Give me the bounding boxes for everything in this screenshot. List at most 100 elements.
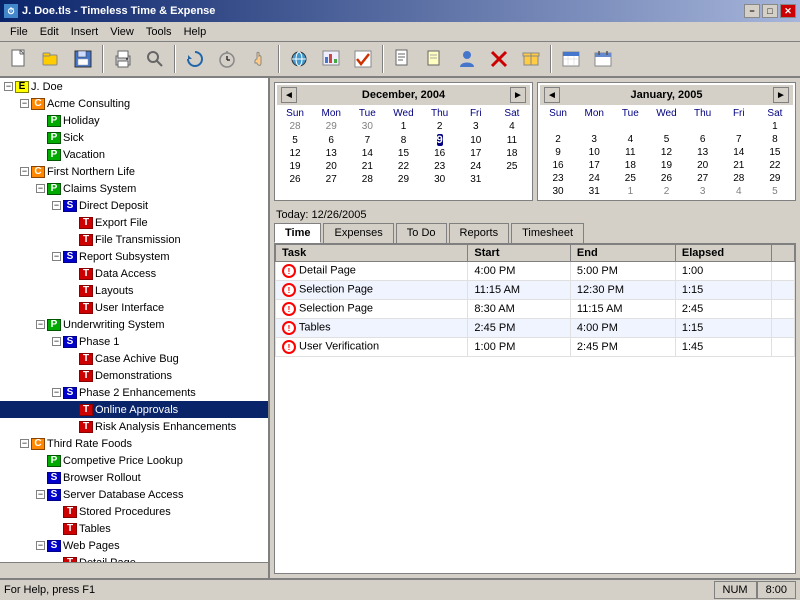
menu-edit[interactable]: Edit (34, 24, 65, 40)
tab-reports[interactable]: Reports (449, 223, 510, 243)
print-button[interactable] (108, 45, 138, 73)
tree-expand-direct-deposit[interactable]: − (52, 201, 61, 210)
tree-item-vacation[interactable]: PVacation (0, 146, 268, 163)
cal-day[interactable]: 5 (648, 133, 684, 146)
cal-day[interactable]: 2 (540, 133, 576, 146)
chart-button[interactable] (316, 45, 346, 73)
cal-day[interactable] (685, 120, 721, 133)
cal-day[interactable]: 15 (757, 146, 793, 159)
tree-item-third-rate[interactable]: −CThird Rate Foods (0, 435, 268, 452)
cal-day[interactable] (540, 120, 576, 133)
cal-day[interactable]: 17 (576, 159, 612, 172)
cal-day[interactable]: 27 (313, 173, 349, 186)
cal-day[interactable]: 18 (494, 147, 530, 160)
tree-item-holiday[interactable]: PHoliday (0, 112, 268, 129)
tree-item-phase1[interactable]: −SPhase 1 (0, 333, 268, 350)
delete-button[interactable] (484, 45, 514, 73)
cal-day[interactable]: 4 (612, 133, 648, 146)
table-row[interactable]: ! Tables2:45 PM4:00 PM1:15 (276, 319, 795, 338)
tree-item-underwriting[interactable]: −PUnderwriting System (0, 316, 268, 333)
cal-day[interactable]: 30 (349, 120, 385, 133)
menu-tools[interactable]: Tools (140, 24, 178, 40)
cal-day[interactable] (721, 120, 757, 133)
tree-item-data-access[interactable]: TData Access (0, 265, 268, 282)
cal-day[interactable]: 4 (494, 120, 530, 133)
tree-item-online-approvals[interactable]: TOnline Approvals (0, 401, 268, 418)
calendar-jan-prev-button[interactable]: ◄ (544, 87, 560, 103)
cal-day[interactable]: 16 (540, 159, 576, 172)
cal-day[interactable]: 30 (422, 173, 458, 186)
cal-day[interactable]: 8 (757, 133, 793, 146)
find-button[interactable] (140, 45, 170, 73)
tree-expand-third-rate[interactable]: − (20, 439, 29, 448)
calendar-jan-next-button[interactable]: ► (773, 87, 789, 103)
menu-view[interactable]: View (104, 24, 140, 40)
cal-day[interactable]: 29 (313, 120, 349, 133)
cal-day[interactable]: 10 (576, 146, 612, 159)
tree-scroll[interactable]: −EJ. Doe−CAcme ConsultingPHolidayPSickPV… (0, 78, 268, 562)
cal-day[interactable]: 6 (313, 133, 349, 147)
cal-day[interactable]: 6 (685, 133, 721, 146)
doc-button[interactable] (388, 45, 418, 73)
cal-day[interactable]: 11 (494, 133, 530, 147)
tree-expand-web-pages[interactable]: − (36, 541, 45, 550)
cal-day[interactable]: 3 (685, 185, 721, 198)
cal-day[interactable]: 5 (277, 133, 313, 147)
tree-item-first-northern[interactable]: −CFirst Northern Life (0, 163, 268, 180)
cal-day[interactable]: 2 (648, 185, 684, 198)
tree-item-demonstrations[interactable]: TDemonstrations (0, 367, 268, 384)
cal-day[interactable]: 15 (385, 147, 421, 160)
hand-button[interactable] (244, 45, 274, 73)
cal-day[interactable]: 3 (576, 133, 612, 146)
tab-timesheet[interactable]: Timesheet (511, 223, 584, 243)
menu-help[interactable]: Help (178, 24, 213, 40)
cal-day[interactable]: 2 (422, 120, 458, 133)
cal-day[interactable]: 20 (313, 160, 349, 173)
menu-insert[interactable]: Insert (65, 24, 105, 40)
cal-day[interactable]: 30 (540, 185, 576, 198)
cal-day[interactable]: 29 (757, 172, 793, 185)
cal-day[interactable]: 17 (458, 147, 494, 160)
cal-day[interactable]: 25 (612, 172, 648, 185)
cal-day[interactable]: 26 (277, 173, 313, 186)
cal-day[interactable]: 21 (721, 159, 757, 172)
cal-day[interactable]: 4 (721, 185, 757, 198)
calendar2-button[interactable] (588, 45, 618, 73)
cal-day[interactable]: 7 (349, 133, 385, 147)
cal-day[interactable] (494, 173, 530, 186)
doc2-button[interactable] (420, 45, 450, 73)
check-button[interactable] (348, 45, 378, 73)
cal-day[interactable]: 19 (277, 160, 313, 173)
cal-day[interactable] (612, 120, 648, 133)
cal-day[interactable]: 3 (458, 120, 494, 133)
cal-day[interactable]: 13 (685, 146, 721, 159)
cal-day[interactable]: 18 (612, 159, 648, 172)
tree-item-file-transmission[interactable]: TFile Transmission (0, 231, 268, 248)
cal-day[interactable]: 20 (685, 159, 721, 172)
tree-item-report-subsystem[interactable]: −SReport Subsystem (0, 248, 268, 265)
cal-day[interactable]: 9 (540, 146, 576, 159)
cal-day[interactable]: 9 (422, 133, 458, 147)
tree-expand-claims[interactable]: − (36, 184, 45, 193)
cal-day[interactable]: 14 (349, 147, 385, 160)
table-row[interactable]: ! User Verification1:00 PM2:45 PM1:45 (276, 338, 795, 357)
tree-item-stored-procs[interactable]: TStored Procedures (0, 503, 268, 520)
person-button[interactable] (452, 45, 482, 73)
cal-day[interactable]: 28 (349, 173, 385, 186)
cal-day[interactable]: 28 (277, 120, 313, 133)
tree-item-risk-analysis[interactable]: TRisk Analysis Enhancements (0, 418, 268, 435)
cal-day[interactable]: 12 (277, 147, 313, 160)
cal-day[interactable]: 25 (494, 160, 530, 173)
cal-day[interactable]: 19 (648, 159, 684, 172)
table-row[interactable]: ! Selection Page11:15 AM12:30 PM1:15 (276, 281, 795, 300)
tab-todo[interactable]: To Do (396, 223, 447, 243)
cal-day[interactable]: 23 (422, 160, 458, 173)
tree-item-web-pages[interactable]: −SWeb Pages (0, 537, 268, 554)
minimize-button[interactable]: − (744, 4, 760, 18)
cal-day[interactable]: 16 (422, 147, 458, 160)
cal-day[interactable]: 29 (385, 173, 421, 186)
cal-day[interactable]: 10 (458, 133, 494, 147)
refresh-button[interactable] (180, 45, 210, 73)
cal-day[interactable]: 5 (757, 185, 793, 198)
cal-day[interactable]: 24 (458, 160, 494, 173)
